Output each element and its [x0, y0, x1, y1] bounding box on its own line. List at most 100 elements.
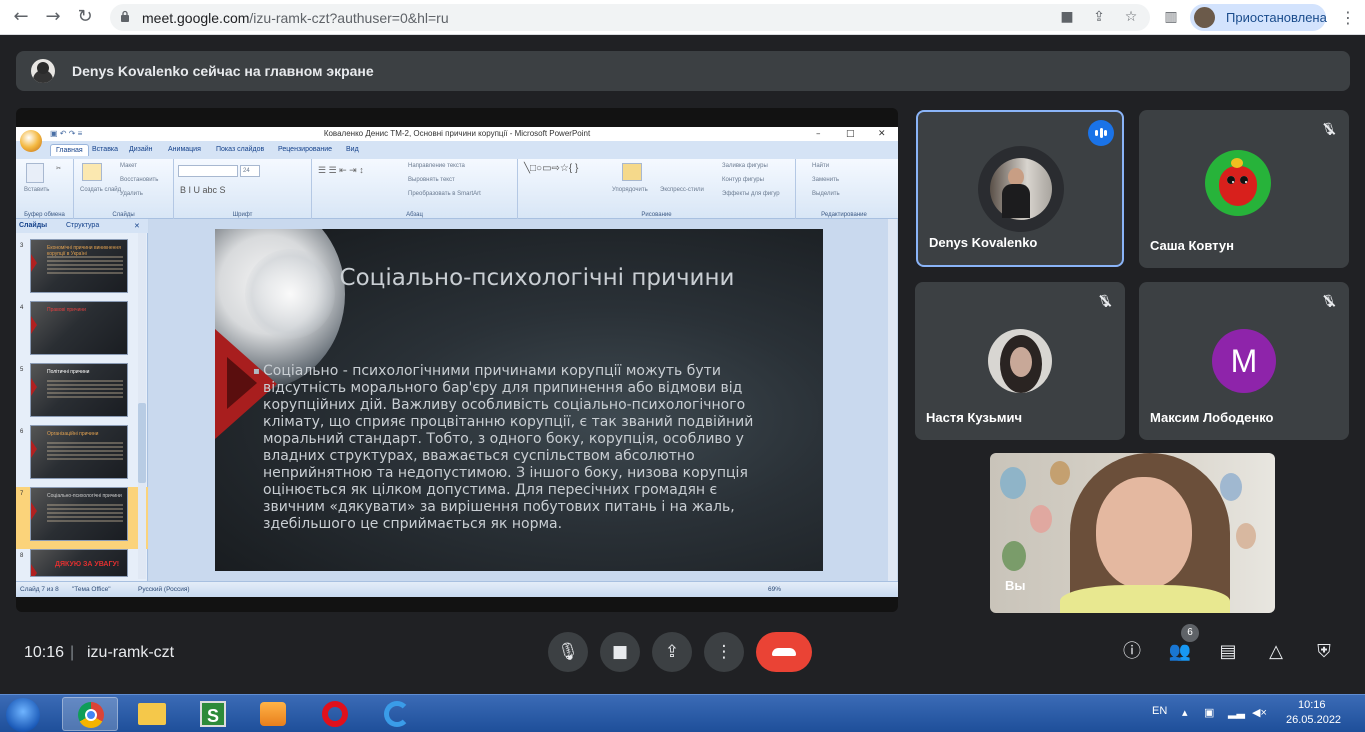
info-icon[interactable]: ⓘ — [1120, 640, 1144, 664]
back-icon[interactable]: ← — [10, 6, 32, 28]
pp-panel-close-icon: ✕ — [134, 223, 140, 230]
pp-group-clipboard: Вставить ✂ Буфер обмена — [16, 159, 74, 219]
keyboard-language[interactable]: EN — [1152, 705, 1167, 717]
browser-menu-icon[interactable]: ⋮ — [1340, 8, 1356, 27]
reload-icon[interactable]: ↻ — [74, 6, 96, 28]
pp-thumb-num: 8 — [20, 553, 24, 559]
separator: | — [70, 644, 75, 661]
participant-tile-denys[interactable]: Denys Kovalenko — [916, 110, 1124, 267]
side-panel-icon[interactable]: ▥ — [1162, 8, 1180, 26]
pp-zoom-level: 69% — [768, 586, 782, 593]
pp-align-text: Выровнять текст — [408, 177, 455, 183]
media-player-taskbar-icon[interactable] — [246, 697, 302, 731]
internet-explorer-taskbar-icon[interactable] — [370, 697, 426, 731]
pp-tab-design: Дизайн — [129, 146, 153, 153]
pp-delete-label: Удалить — [120, 191, 143, 197]
pp-tab-animation: Анимация — [168, 146, 201, 153]
pp-size-box: 24 — [240, 165, 260, 177]
pp-shapes-gallery: ╲□○▭⇨☆{ } — [524, 163, 579, 174]
pp-slides-panel: Слайды Структура ✕ 3 Економічні причини … — [16, 219, 148, 581]
pp-minimize-icon: – — [816, 129, 821, 139]
opera-taskbar-icon[interactable] — [308, 697, 364, 731]
participant-tile-maksym[interactable]: 🎙 M Максим Лободенко — [1139, 282, 1349, 440]
pp-smartart: Преобразовать в SmartArt — [408, 191, 481, 197]
profile-button[interactable]: Приостановлена — [1190, 4, 1327, 31]
pp-thumb-title: Соціально-психологічні причини — [47, 493, 122, 499]
address-bar[interactable]: meet.google.com/izu-ramk-czt?authuser=0&… — [110, 4, 1150, 31]
pp-restore-label: Восстановить — [120, 177, 159, 183]
participant-tile-sasha[interactable]: 🎙 Саша Ковтун — [1139, 110, 1349, 268]
windows-start-icon[interactable] — [6, 698, 40, 732]
meet-control-bar: 10:16 | izu-ramk-czt 🎙 ■ ⇪ ⋮ ⓘ 👥 6 ▤ △ ⛨ — [0, 624, 1365, 676]
present-icon: ⇪ — [664, 642, 680, 662]
shield-lock-icon[interactable]: ⛨ — [1312, 640, 1336, 664]
speaking-indicator-icon — [1088, 120, 1114, 146]
camera-icon: ■ — [611, 642, 629, 662]
pp-font-style-icons: B I U abc S — [180, 185, 226, 195]
chrome-taskbar-icon[interactable] — [62, 697, 118, 731]
present-button[interactable]: ⇪ — [652, 632, 692, 672]
pp-group-editing: Найти Заменить Выделить Редактирование — [796, 159, 892, 219]
lock-icon[interactable] — [120, 10, 130, 22]
profile-avatar — [1194, 7, 1215, 28]
avatar-initial: M — [1212, 329, 1276, 393]
mic-button[interactable]: 🎙 — [548, 632, 588, 672]
camera-blocked-icon[interactable]: ■ — [1058, 8, 1076, 26]
pp-layout-label: Макет — [120, 163, 137, 169]
more-options-button[interactable]: ⋮ — [704, 632, 744, 672]
explorer-taskbar-icon[interactable] — [124, 697, 180, 731]
pp-tab-view: Вид — [346, 146, 359, 153]
pp-panel-tabs: Слайды Структура ✕ — [16, 219, 148, 233]
volume-muted-icon[interactable]: ◀× — [1252, 706, 1267, 719]
pp-group-font: 24 B I U abc S Шрифт — [174, 159, 312, 219]
pp-slide-counter: Слайд 7 из 8 — [20, 586, 59, 593]
pp-language: Русский (Россия) — [138, 586, 190, 593]
office-button-icon — [20, 130, 42, 152]
network-signal-icon[interactable]: ▂▃ — [1228, 706, 1245, 719]
pp-slide-thumbnail-selected: Соціально-психологічні причини — [30, 487, 128, 541]
people-icon[interactable]: 👥 — [1168, 640, 1192, 664]
activities-icon[interactable]: △ — [1264, 640, 1288, 664]
meeting-clock: 10:16 — [24, 644, 65, 661]
camera-button[interactable]: ■ — [600, 632, 640, 672]
mic-muted-icon: 🎙 — [1321, 294, 1337, 308]
quick-access-toolbar: ▣ ↶ ↷ ≡ — [50, 129, 83, 138]
self-view-tile[interactable]: Вы — [990, 453, 1275, 613]
end-call-button[interactable] — [756, 632, 812, 672]
forward-icon[interactable]: → — [42, 6, 64, 28]
new-slide-icon — [82, 163, 102, 181]
meeting-code: izu-ramk-czt — [87, 644, 175, 661]
url-text: meet.google.com/izu-ramk-czt?authuser=0&… — [142, 10, 449, 26]
pp-slide-thumbnail: Організаційні причини — [30, 425, 128, 479]
pp-select: Выделить — [812, 191, 840, 197]
sheets-app-taskbar-icon[interactable]: S — [186, 697, 242, 731]
tray-expand-icon[interactable]: ▴ — [1182, 706, 1188, 719]
pp-new-slide-label: Создать слайд — [80, 187, 122, 193]
pp-group-label-editing: Редактирование — [821, 212, 867, 218]
share-icon[interactable]: ⇪ — [1090, 8, 1108, 26]
people-count-badge: 6 — [1181, 624, 1199, 642]
pp-group-label-font: Шрифт — [232, 212, 253, 218]
bookmark-star-icon[interactable]: ☆ — [1122, 8, 1140, 26]
pp-thumb-title: Правові причини — [47, 307, 86, 313]
taskbar-date[interactable]: 26.05.2022 — [1286, 714, 1341, 726]
pp-group-label-clipboard: Буфер обмена — [24, 212, 65, 218]
slide-body-text: Соціально - психологічними причинами кор… — [253, 363, 771, 533]
more-vert-icon: ⋮ — [715, 642, 733, 662]
pp-group-slides: Создать слайд Макет Восстановить Удалить… — [74, 159, 174, 219]
chat-icon[interactable]: ▤ — [1216, 640, 1240, 664]
tray-app-icon[interactable]: ▣ — [1204, 706, 1214, 719]
pp-slide-thumbnail: Економічні причини виникнення корупції в… — [30, 239, 128, 293]
pp-outline-tab: Структура — [66, 222, 100, 229]
avatar — [1205, 150, 1271, 216]
pp-slide-thumbnail: Політичні причини — [30, 363, 128, 417]
presenting-banner-text: Denys Kovalenko сейчас на главном экране — [72, 63, 374, 79]
pp-title-bar: Коваленко Денис ТМ-2, Основні причини ко… — [16, 127, 898, 141]
participant-name: Настя Кузьмич — [926, 410, 1023, 425]
taskbar-time[interactable]: 10:16 — [1298, 699, 1326, 711]
pp-maximize-icon: □ — [846, 129, 855, 139]
pp-thumb-num: 6 — [20, 429, 24, 435]
participant-tile-nastya[interactable]: 🎙 Настя Кузьмич — [915, 282, 1125, 440]
pp-arrange-label: Упорядочить — [612, 187, 648, 193]
pp-ribbon-tabs: Главная Вставка Дизайн Анимация Показ сл… — [16, 141, 898, 159]
